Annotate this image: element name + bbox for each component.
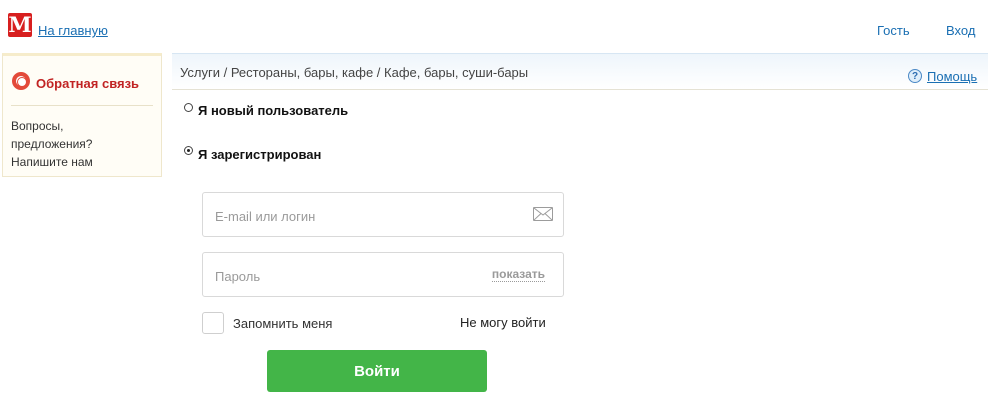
cant-login-link[interactable]: Не могу войти	[460, 315, 546, 330]
help-link[interactable]: Помощь	[927, 69, 977, 84]
feedback-line: Напишите нам	[11, 155, 93, 169]
lifebuoy-icon	[12, 72, 30, 90]
help-icon[interactable]: ?	[908, 69, 922, 83]
remember-checkbox[interactable]	[202, 312, 224, 334]
password-field[interactable]: показать	[202, 252, 564, 297]
divider	[11, 105, 153, 106]
radio-new-user[interactable]	[184, 103, 193, 112]
login-input[interactable]	[213, 205, 517, 227]
radio-registered[interactable]	[184, 146, 193, 155]
login-submit-button[interactable]: Войти	[267, 350, 487, 392]
radio-registered-label[interactable]: Я зарегистрирован	[198, 147, 321, 162]
envelope-icon	[533, 207, 553, 221]
login-field[interactable]	[202, 192, 564, 237]
feedback-title[interactable]: Обратная связь	[36, 76, 139, 91]
login-link[interactable]: Вход	[946, 23, 975, 38]
show-password-toggle[interactable]: показать	[491, 267, 545, 282]
password-input[interactable]	[213, 265, 517, 287]
feedback-line: предложения?	[11, 137, 93, 151]
feedback-text[interactable]: Вопросы, предложения? Напишите нам	[11, 117, 151, 171]
feedback-line: Вопросы,	[11, 119, 64, 133]
home-link[interactable]: На главную	[38, 23, 108, 38]
feedback-panel: Обратная связь Вопросы, предложения? Нап…	[2, 53, 162, 177]
radio-new-user-label[interactable]: Я новый пользователь	[198, 103, 348, 118]
guest-link[interactable]: Гость	[877, 23, 910, 38]
breadcrumb: Услуги / Рестораны, бары, кафе / Кафе, б…	[180, 65, 529, 80]
remember-label[interactable]: Запомнить меня	[233, 316, 332, 331]
site-logo[interactable]: M	[8, 13, 32, 37]
